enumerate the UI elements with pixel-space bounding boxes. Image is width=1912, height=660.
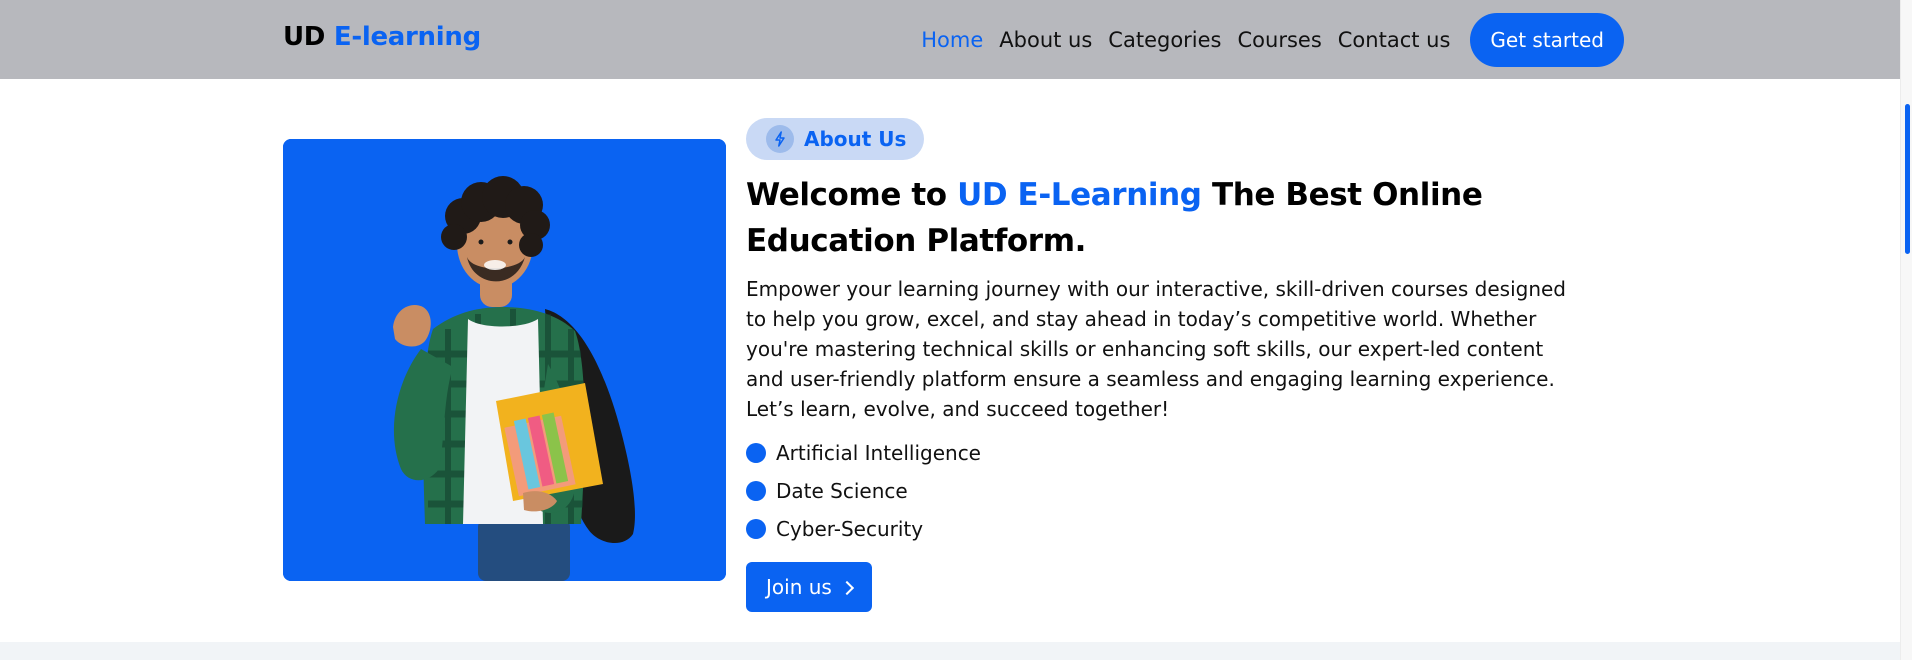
intro-paragraph: Empower your learning journey with our i… xyxy=(746,277,1566,421)
scrollbar-thumb[interactable] xyxy=(1905,104,1910,254)
headline-prefix: Welcome to xyxy=(746,177,947,213)
bullet-icon xyxy=(746,443,766,463)
join-us-label: Join us xyxy=(766,575,832,599)
bullet-icon xyxy=(746,481,766,501)
get-started-button[interactable]: Get started xyxy=(1470,12,1624,67)
feature-label: Artificial Intelligence xyxy=(776,441,981,465)
lightning-icon-svg xyxy=(775,131,785,147)
nav-home-link[interactable]: Home xyxy=(921,28,983,52)
bullet-icon xyxy=(746,519,766,539)
nav-courses-link[interactable]: Courses xyxy=(1238,28,1322,52)
main-nav: Home About us Categories Courses Contact… xyxy=(921,0,1900,79)
logo-ud: UD xyxy=(283,22,326,52)
feature-label: Cyber-Security xyxy=(776,517,924,541)
student-photo-icon xyxy=(283,139,726,581)
about-us-pill: About Us xyxy=(746,118,925,160)
nav-categories-link[interactable]: Categories xyxy=(1108,28,1221,52)
vertical-scrollbar[interactable] xyxy=(1900,0,1912,660)
nav-about-link[interactable]: About us xyxy=(999,28,1092,52)
top-navbar: UD E-learning Home About us Categories C… xyxy=(0,0,1900,79)
logo-brand: E-learning xyxy=(333,22,481,52)
page-title: Welcome to UD E-Learning The Best Online… xyxy=(746,172,1586,264)
site-logo[interactable]: UD E-learning xyxy=(283,22,481,52)
headline-brand: UD E-Learning xyxy=(957,177,1202,213)
list-item: Artificial Intelligence xyxy=(746,434,1586,472)
next-section-preview xyxy=(0,642,1900,660)
page: UD E-learning Home About us Categories C… xyxy=(0,0,1912,660)
hero-student-image xyxy=(283,139,726,581)
nav-contact-link[interactable]: Contact us xyxy=(1338,28,1451,52)
list-item: Cyber-Security xyxy=(746,510,1586,548)
about-us-label: About Us xyxy=(804,127,907,151)
about-section: About Us Welcome to UD E-Learning The Be… xyxy=(746,118,1586,612)
join-us-button[interactable]: Join us xyxy=(746,562,872,612)
feature-label: Date Science xyxy=(776,479,908,503)
lightning-icon xyxy=(766,125,794,153)
chevron-right-icon xyxy=(839,580,854,595)
feature-list: Artificial Intelligence Date Science Cyb… xyxy=(746,434,1586,548)
list-item: Date Science xyxy=(746,472,1586,510)
